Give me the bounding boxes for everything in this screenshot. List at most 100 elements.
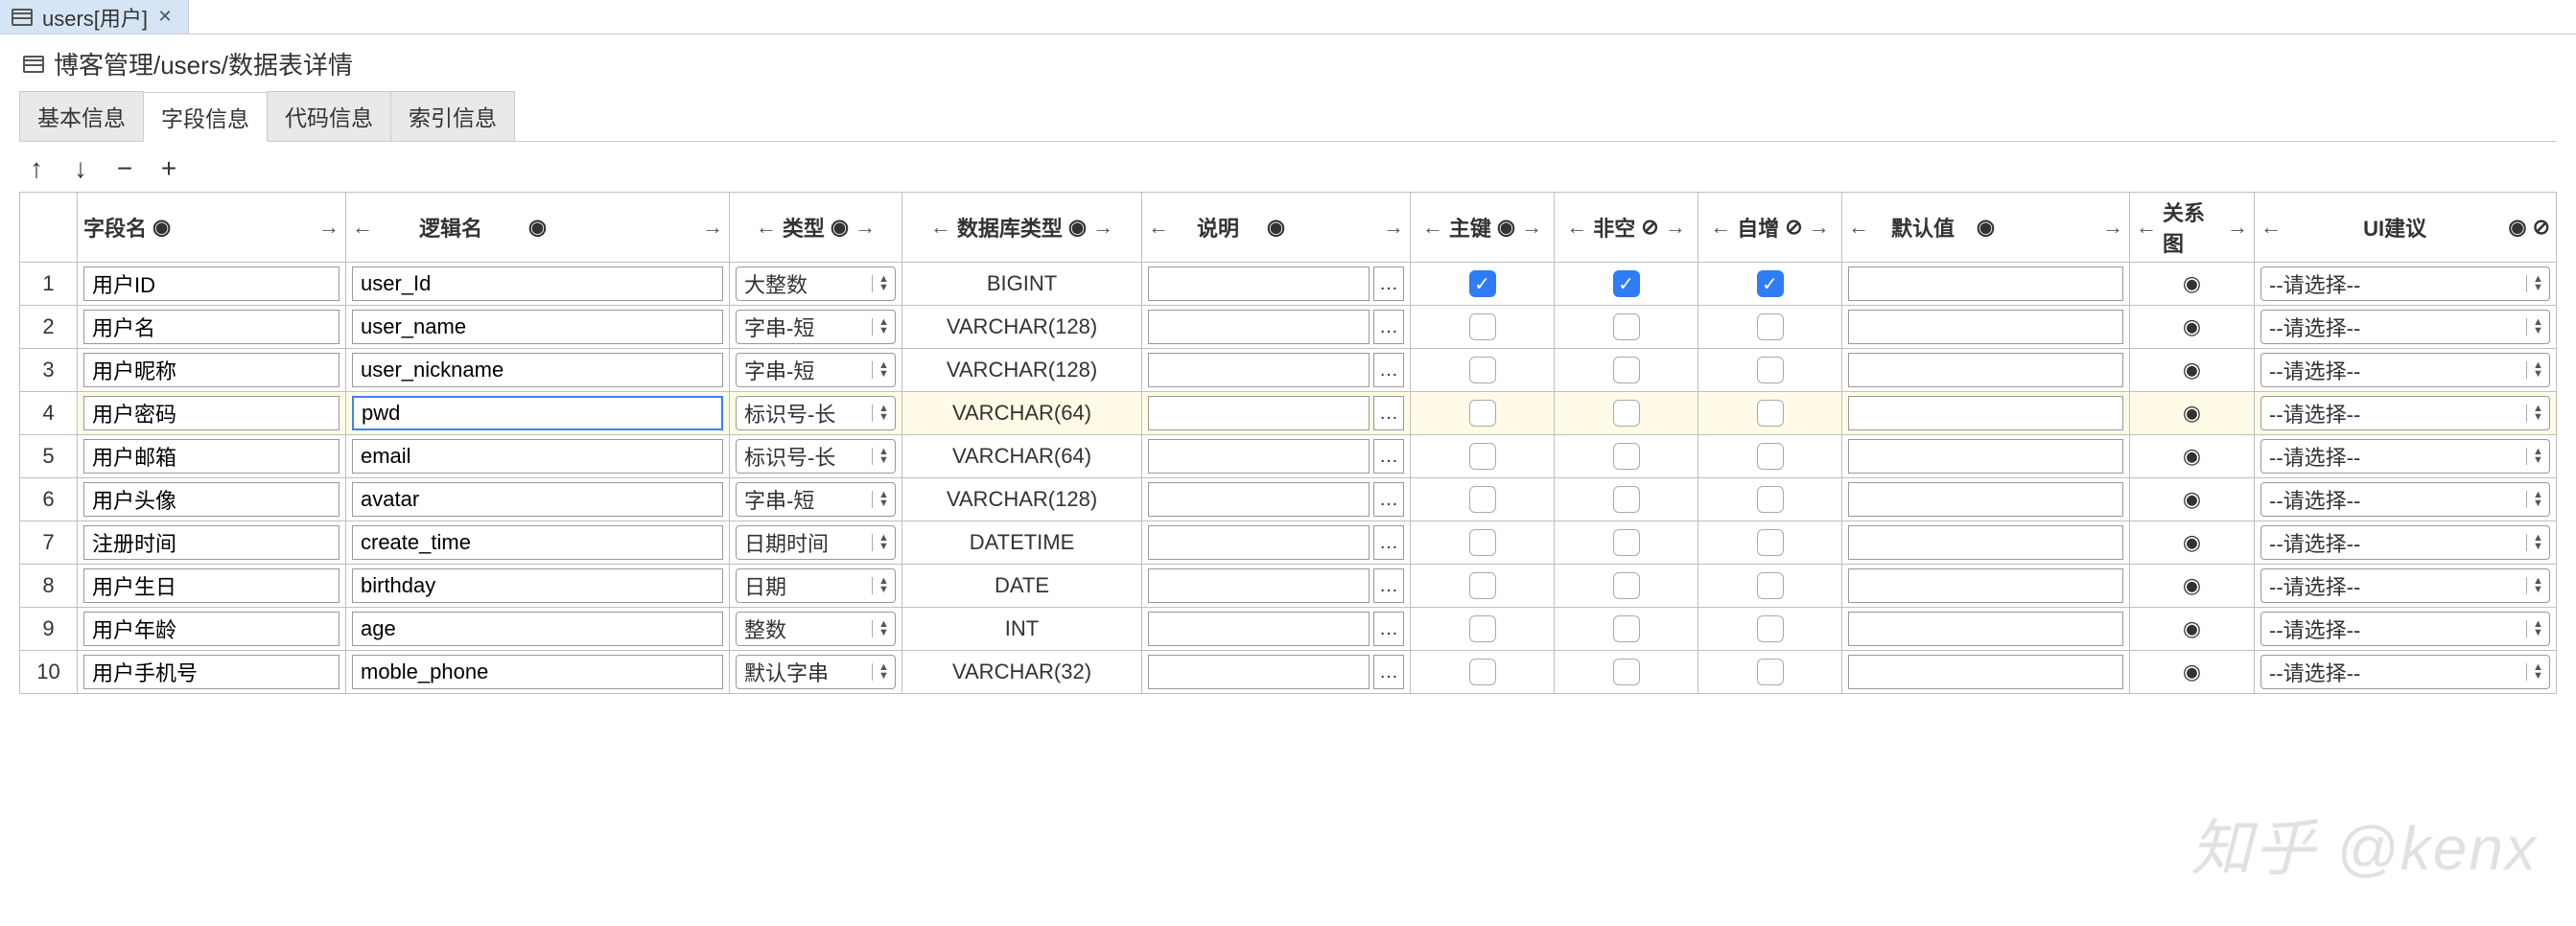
checkbox[interactable] (1613, 357, 1640, 383)
description-more-button[interactable]: … (1373, 266, 1404, 301)
eye-icon[interactable]: ◉ (2183, 358, 2201, 382)
ui-select[interactable]: --请选择-- ▲▼ (2260, 655, 2550, 689)
checkbox[interactable] (1469, 400, 1496, 427)
field-name-input[interactable] (83, 266, 340, 301)
table-row[interactable]: 7 日期时间 ▲▼ DATETIME … ◉ (20, 521, 2556, 565)
type-select[interactable]: 字串-短 ▲▼ (736, 310, 896, 344)
eye-icon[interactable]: ◉ (2183, 573, 2201, 598)
col-not-null[interactable]: ← 非空 ⊘ → (1555, 193, 1698, 262)
col-type[interactable]: ← 类型 ◉ → (730, 193, 902, 262)
logic-name-input[interactable] (352, 612, 723, 646)
eye-icon[interactable]: ◉ (2183, 487, 2201, 512)
checkbox[interactable] (1613, 659, 1640, 685)
description-more-button[interactable]: … (1373, 525, 1404, 560)
default-input[interactable] (1848, 353, 2123, 387)
move-down-button[interactable]: ↓ (67, 153, 94, 184)
description-more-button[interactable]: … (1373, 655, 1404, 689)
default-input[interactable] (1848, 396, 2123, 430)
checkbox[interactable] (1469, 313, 1496, 340)
description-more-button[interactable]: … (1373, 396, 1404, 430)
table-row[interactable]: 2 字串-短 ▲▼ VARCHAR(128) … ◉ (20, 306, 2556, 349)
description-input[interactable] (1148, 439, 1370, 474)
checkbox[interactable]: ✓ (1613, 270, 1640, 297)
eye-icon[interactable]: ◉ (2183, 401, 2201, 426)
checkbox[interactable] (1757, 443, 1784, 470)
checkbox[interactable] (1469, 443, 1496, 470)
checkbox[interactable] (1469, 357, 1496, 383)
field-name-input[interactable] (83, 525, 340, 560)
eye-icon[interactable]: ◉ (2183, 660, 2201, 684)
checkbox[interactable] (1757, 529, 1784, 556)
description-more-button[interactable]: … (1373, 439, 1404, 474)
checkbox[interactable] (1469, 615, 1496, 642)
logic-name-input[interactable] (352, 310, 723, 344)
default-input[interactable] (1848, 266, 2123, 301)
ui-select[interactable]: --请选择-- ▲▼ (2260, 266, 2550, 301)
description-input[interactable] (1148, 612, 1370, 646)
description-input[interactable] (1148, 482, 1370, 517)
checkbox[interactable]: ✓ (1469, 270, 1496, 297)
checkbox[interactable] (1613, 529, 1640, 556)
description-more-button[interactable]: … (1373, 353, 1404, 387)
ui-select[interactable]: --请选择-- ▲▼ (2260, 439, 2550, 474)
ui-select[interactable]: --请选择-- ▲▼ (2260, 568, 2550, 603)
default-input[interactable] (1848, 310, 2123, 344)
table-row[interactable]: 10 默认字串 ▲▼ VARCHAR(32) … ◉ (20, 651, 2556, 693)
type-select[interactable]: 字串-短 ▲▼ (736, 482, 896, 517)
logic-name-input[interactable] (352, 525, 723, 560)
description-more-button[interactable]: … (1373, 568, 1404, 603)
checkbox[interactable] (1757, 486, 1784, 513)
checkbox[interactable] (1613, 313, 1640, 340)
col-description[interactable]: ← 说明 ◉ → (1142, 193, 1411, 262)
checkbox[interactable] (1757, 313, 1784, 340)
eye-icon[interactable]: ◉ (2183, 271, 2201, 296)
ui-select[interactable]: --请选择-- ▲▼ (2260, 612, 2550, 646)
default-input[interactable] (1848, 525, 2123, 560)
col-relation[interactable]: ← 关系图 → (2130, 193, 2255, 262)
default-input[interactable] (1848, 655, 2123, 689)
ui-select[interactable]: --请选择-- ▲▼ (2260, 310, 2550, 344)
description-input[interactable] (1148, 353, 1370, 387)
table-row[interactable]: 6 字串-短 ▲▼ VARCHAR(128) … ◉ (20, 478, 2556, 521)
checkbox[interactable] (1469, 572, 1496, 599)
description-more-button[interactable]: … (1373, 612, 1404, 646)
field-name-input[interactable] (83, 396, 340, 430)
tab-field-info[interactable]: 字段信息 (143, 92, 268, 142)
description-input[interactable] (1148, 310, 1370, 344)
ui-select[interactable]: --请选择-- ▲▼ (2260, 353, 2550, 387)
tab-code-info[interactable]: 代码信息 (267, 91, 391, 141)
checkbox[interactable] (1613, 572, 1640, 599)
close-icon[interactable]: ✕ (157, 7, 173, 27)
table-row[interactable]: 4 标识号-长 ▲▼ VARCHAR(64) … ◉ (20, 392, 2556, 435)
type-select[interactable]: 标识号-长 ▲▼ (736, 396, 896, 430)
logic-name-input[interactable] (352, 482, 723, 517)
field-name-input[interactable] (83, 482, 340, 517)
default-input[interactable] (1848, 482, 2123, 517)
move-up-button[interactable]: ↑ (23, 153, 50, 184)
ui-select[interactable]: --请选择-- ▲▼ (2260, 396, 2550, 430)
ui-select[interactable]: --请选择-- ▲▼ (2260, 525, 2550, 560)
logic-name-input[interactable] (352, 396, 723, 430)
col-primary-key[interactable]: ← 主键 ◉ → (1411, 193, 1555, 262)
description-input[interactable] (1148, 568, 1370, 603)
tab-basic-info[interactable]: 基本信息 (19, 91, 144, 141)
col-auto-increment[interactable]: ← 自增 ⊘ → (1698, 193, 1842, 262)
checkbox[interactable] (1757, 615, 1784, 642)
table-row[interactable]: 8 日期 ▲▼ DATE … ◉ (20, 565, 2556, 608)
type-select[interactable]: 日期 ▲▼ (736, 568, 896, 603)
tab-index-info[interactable]: 索引信息 (390, 91, 515, 141)
description-input[interactable] (1148, 396, 1370, 430)
description-input[interactable] (1148, 655, 1370, 689)
description-input[interactable] (1148, 525, 1370, 560)
description-more-button[interactable]: … (1373, 310, 1404, 344)
logic-name-input[interactable] (352, 439, 723, 474)
checkbox[interactable] (1757, 357, 1784, 383)
add-button[interactable]: + (155, 153, 182, 184)
col-db-type[interactable]: ← 数据库类型 ◉ → (902, 193, 1142, 262)
field-name-input[interactable] (83, 655, 340, 689)
field-name-input[interactable] (83, 310, 340, 344)
table-row[interactable]: 5 标识号-长 ▲▼ VARCHAR(64) … ◉ (20, 435, 2556, 478)
logic-name-input[interactable] (352, 266, 723, 301)
checkbox[interactable] (1613, 615, 1640, 642)
checkbox[interactable]: ✓ (1757, 270, 1784, 297)
